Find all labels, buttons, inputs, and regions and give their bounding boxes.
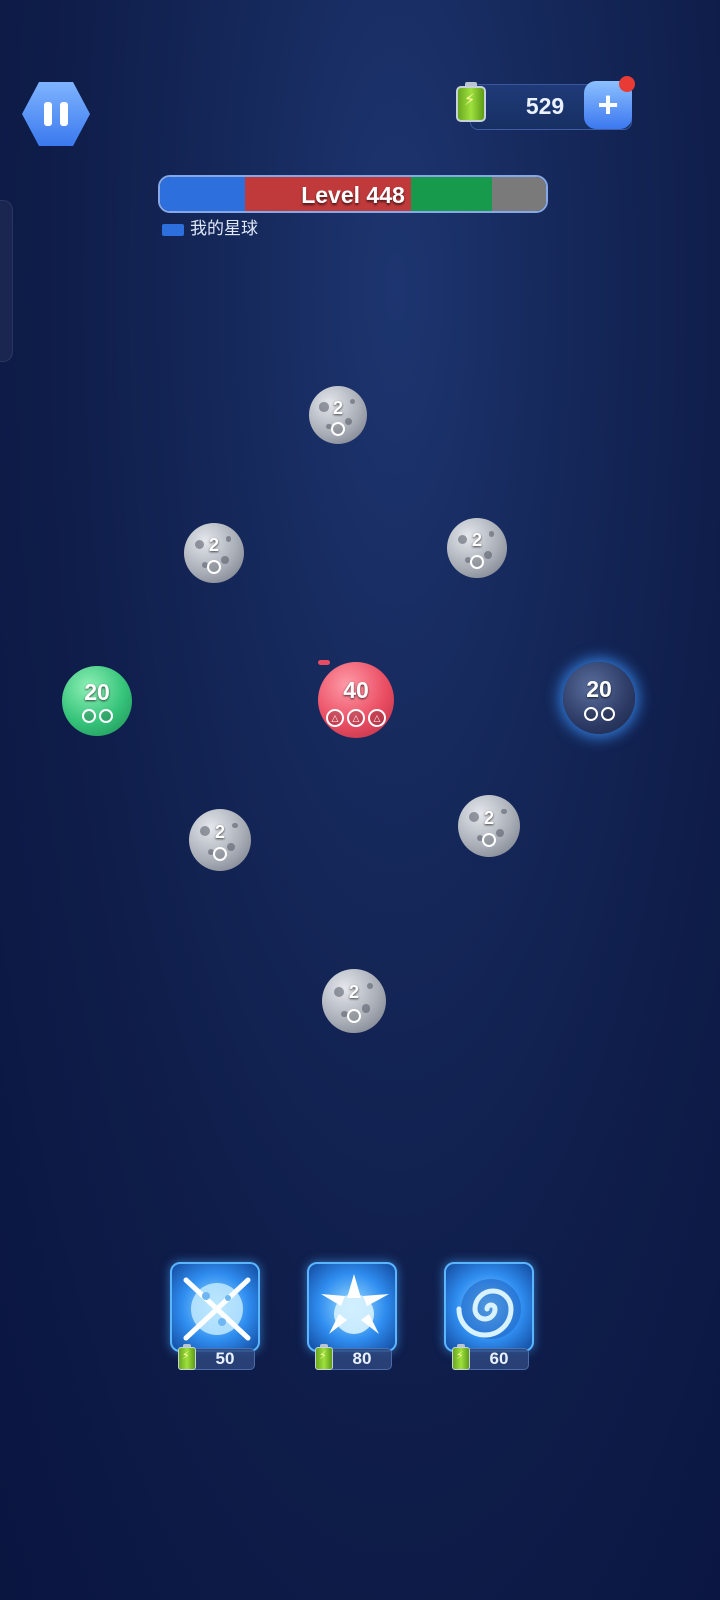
slot-icon: △ bbox=[326, 709, 344, 728]
planet-slots bbox=[62, 709, 132, 724]
energy-battery-icon: ⚡ bbox=[456, 82, 486, 122]
slot-icon: △ bbox=[347, 709, 365, 728]
red-planet[interactable]: 40 △ △ △ bbox=[318, 662, 394, 738]
powerup-button[interactable] bbox=[170, 1262, 260, 1352]
planet-unit-count: 2 bbox=[471, 530, 482, 551]
energy-battery-icon: ⚡ bbox=[452, 1344, 470, 1370]
energy-value: 529 bbox=[525, 93, 565, 119]
slot-icon bbox=[583, 706, 598, 721]
ship-icon bbox=[318, 660, 330, 665]
planet-slots bbox=[184, 560, 244, 575]
powerup-price: 80 bbox=[352, 1349, 372, 1368]
slot-icon bbox=[347, 1008, 361, 1023]
notification-dot bbox=[619, 76, 635, 92]
slot-icon bbox=[98, 709, 113, 724]
moon-planet[interactable]: 2 bbox=[309, 386, 367, 444]
energy-battery-icon: ⚡ bbox=[178, 1344, 196, 1370]
pause-icon bbox=[44, 102, 68, 126]
planet-unit-count: 20 bbox=[84, 679, 110, 706]
slot-icon bbox=[81, 709, 96, 724]
vortex-icon bbox=[446, 1264, 532, 1350]
powerup-price: 60 bbox=[489, 1349, 509, 1368]
planet-unit-count: 2 bbox=[483, 807, 494, 828]
plus-icon: + bbox=[597, 84, 619, 125]
powerup-button[interactable] bbox=[444, 1262, 534, 1352]
planet-slots: △ △ △ bbox=[318, 709, 394, 728]
planet-slots bbox=[189, 847, 251, 862]
slot-icon bbox=[331, 421, 345, 436]
pause-button[interactable] bbox=[22, 82, 90, 146]
planet-slots bbox=[447, 555, 507, 570]
planet-unit-count: 2 bbox=[348, 982, 359, 1003]
energy-battery-icon: ⚡ bbox=[315, 1344, 333, 1370]
slot-icon bbox=[207, 560, 221, 575]
slot-icon bbox=[213, 847, 227, 862]
moon-planet[interactable]: 2 bbox=[189, 809, 251, 871]
planet-unit-count: 40 bbox=[343, 676, 369, 703]
planet-slots bbox=[458, 833, 520, 848]
slot-icon: △ bbox=[368, 709, 386, 728]
shatter-burst-icon bbox=[309, 1264, 395, 1350]
slot-icon bbox=[470, 555, 484, 570]
legend-swatch bbox=[162, 224, 184, 236]
slot-icon bbox=[482, 833, 496, 848]
chain-lock-icon bbox=[172, 1264, 258, 1350]
powerup-button[interactable] bbox=[307, 1262, 397, 1352]
planet-unit-count: 2 bbox=[332, 397, 343, 418]
planet-unit-count: 2 bbox=[214, 821, 225, 842]
planet-slots bbox=[309, 421, 367, 436]
planet-slots bbox=[563, 706, 635, 721]
dark-planet[interactable]: 20 bbox=[563, 662, 635, 734]
moon-planet[interactable]: 2 bbox=[447, 518, 507, 578]
planet-unit-count: 20 bbox=[586, 675, 612, 702]
moon-planet[interactable]: 2 bbox=[458, 795, 520, 857]
slot-icon bbox=[600, 706, 615, 721]
level-title: Level 448 bbox=[301, 182, 405, 208]
planet-unit-count: 2 bbox=[208, 535, 219, 556]
planet-slots bbox=[322, 1008, 386, 1023]
side-drawer-handle[interactable] bbox=[0, 200, 13, 362]
moon-planet[interactable]: 2 bbox=[322, 969, 386, 1033]
moon-planet[interactable]: 2 bbox=[184, 523, 244, 583]
powerup-price: 50 bbox=[215, 1349, 235, 1368]
green-planet[interactable]: 20 bbox=[62, 666, 132, 736]
legend-label: 我的星球 bbox=[190, 219, 258, 238]
